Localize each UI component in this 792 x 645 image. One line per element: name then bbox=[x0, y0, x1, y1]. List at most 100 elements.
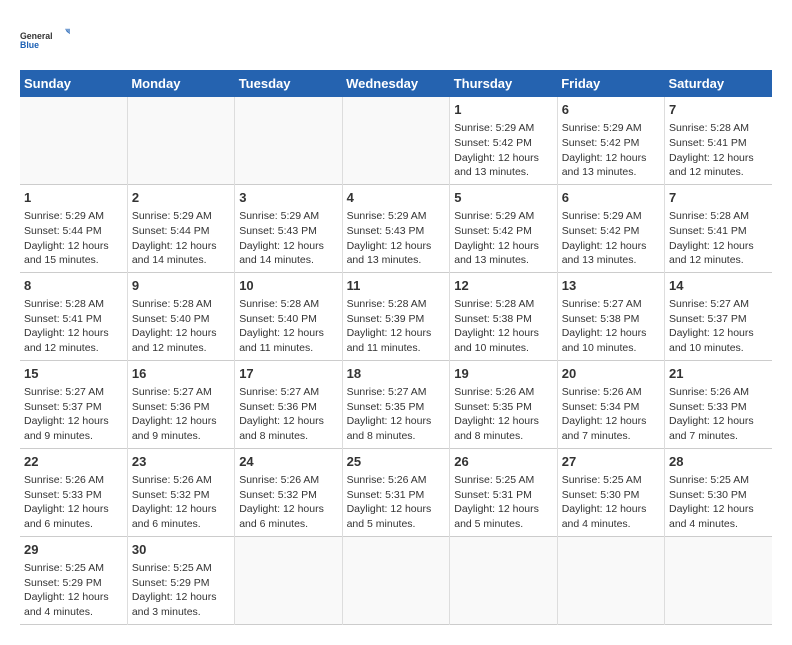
day-info: Sunrise: 5:26 AMSunset: 5:33 PMDaylight:… bbox=[24, 473, 123, 532]
calendar-cell: 19 Sunrise: 5:26 AMSunset: 5:35 PMDayligh… bbox=[450, 360, 557, 448]
day-info: Sunrise: 5:26 AMSunset: 5:34 PMDaylight:… bbox=[562, 385, 660, 444]
calendar-cell: 1Sunrise: 5:29 AMSunset: 5:44 PMDaylight… bbox=[20, 184, 127, 272]
day-number: 1 bbox=[454, 101, 552, 119]
calendar-row: 22 Sunrise: 5:26 AMSunset: 5:33 PMDayligh… bbox=[20, 448, 772, 536]
col-wednesday: Wednesday bbox=[342, 70, 450, 97]
day-number: 4 bbox=[347, 189, 446, 207]
day-info: Sunrise: 5:27 AMSunset: 5:37 PMDaylight:… bbox=[669, 297, 768, 356]
day-number: 30 bbox=[132, 541, 230, 559]
day-info: Sunrise: 5:26 AMSunset: 5:33 PMDaylight:… bbox=[669, 385, 768, 444]
calendar-cell: 10Sunrise: 5:28 AMSunset: 5:40 PMDayligh… bbox=[235, 272, 342, 360]
day-number: 29 bbox=[24, 541, 123, 559]
day-info: Sunrise: 5:27 AMSunset: 5:36 PMDaylight:… bbox=[132, 385, 230, 444]
day-info: Sunrise: 5:29 AMSunset: 5:42 PMDaylight:… bbox=[454, 121, 552, 180]
calendar-cell: 14Sunrise: 5:27 AMSunset: 5:37 PMDayligh… bbox=[665, 272, 773, 360]
day-number: 20 bbox=[562, 365, 660, 383]
day-number: 7 bbox=[669, 189, 768, 207]
day-number: 21 bbox=[669, 365, 768, 383]
calendar-cell bbox=[342, 536, 450, 624]
calendar-cell bbox=[342, 97, 450, 184]
day-number: 18 bbox=[347, 365, 446, 383]
calendar-cell: 25Sunrise: 5:26 AMSunset: 5:31 PMDayligh… bbox=[342, 448, 450, 536]
day-number: 23 bbox=[132, 453, 230, 471]
calendar-cell: 11Sunrise: 5:28 AMSunset: 5:39 PMDayligh… bbox=[342, 272, 450, 360]
svg-text:General: General bbox=[20, 31, 53, 41]
calendar-cell: 28 Sunrise: 5:25 AMSunset: 5:30 PMDayligh… bbox=[665, 448, 773, 536]
day-number: 7 bbox=[669, 101, 768, 119]
day-info: Sunrise: 5:25 AMSunset: 5:31 PMDaylight:… bbox=[454, 473, 552, 532]
day-info: Sunrise: 5:27 AMSunset: 5:37 PMDaylight:… bbox=[24, 385, 123, 444]
calendar-cell: 23Sunrise: 5:26 AMSunset: 5:32 PMDayligh… bbox=[127, 448, 234, 536]
day-number: 15 bbox=[24, 365, 123, 383]
day-number: 11 bbox=[347, 277, 446, 295]
day-info: Sunrise: 5:29 AMSunset: 5:43 PMDaylight:… bbox=[347, 209, 446, 268]
day-number: 6 bbox=[562, 189, 660, 207]
day-number: 10 bbox=[239, 277, 337, 295]
calendar-cell bbox=[450, 536, 557, 624]
calendar-cell: 6Sunrise: 5:29 AMSunset: 5:42 PMDaylight… bbox=[557, 184, 664, 272]
calendar-cell: 3 Sunrise: 5:29 AMSunset: 5:43 PMDaylight… bbox=[235, 184, 342, 272]
day-info: Sunrise: 5:29 AMSunset: 5:42 PMDaylight:… bbox=[562, 121, 660, 180]
day-info: Sunrise: 5:26 AMSunset: 5:32 PMDaylight:… bbox=[239, 473, 337, 532]
day-number: 16 bbox=[132, 365, 230, 383]
calendar-cell: 8 Sunrise: 5:28 AMSunset: 5:41 PMDaylight… bbox=[20, 272, 127, 360]
calendar-row: 1 Sunrise: 5:29 AMSunset: 5:42 PMDaylight… bbox=[20, 97, 772, 184]
day-number: 22 bbox=[24, 453, 123, 471]
calendar-row: 29Sunrise: 5:25 AMSunset: 5:29 PMDayligh… bbox=[20, 536, 772, 624]
calendar-cell: 29Sunrise: 5:25 AMSunset: 5:29 PMDayligh… bbox=[20, 536, 127, 624]
calendar-cell bbox=[235, 97, 342, 184]
calendar-cell: 5Sunrise: 5:29 AMSunset: 5:42 PMDaylight… bbox=[450, 184, 557, 272]
day-info: Sunrise: 5:26 AMSunset: 5:35 PMDaylight:… bbox=[454, 385, 552, 444]
col-friday: Friday bbox=[557, 70, 664, 97]
calendar-cell: 22 Sunrise: 5:26 AMSunset: 5:33 PMDayligh… bbox=[20, 448, 127, 536]
calendar-cell bbox=[235, 536, 342, 624]
day-number: 27 bbox=[562, 453, 660, 471]
calendar-cell: 17Sunrise: 5:27 AMSunset: 5:36 PMDayligh… bbox=[235, 360, 342, 448]
calendar-table: Sunday Monday Tuesday Wednesday Thursday… bbox=[20, 70, 772, 625]
day-number: 28 bbox=[669, 453, 768, 471]
day-info: Sunrise: 5:29 AMSunset: 5:44 PMDaylight:… bbox=[132, 209, 230, 268]
col-thursday: Thursday bbox=[450, 70, 557, 97]
day-number: 3 bbox=[239, 189, 337, 207]
logo-svg: General Blue bbox=[20, 20, 70, 60]
day-info: Sunrise: 5:25 AMSunset: 5:30 PMDaylight:… bbox=[562, 473, 660, 532]
day-info: Sunrise: 5:27 AMSunset: 5:35 PMDaylight:… bbox=[347, 385, 446, 444]
day-number: 9 bbox=[132, 277, 230, 295]
day-info: Sunrise: 5:28 AMSunset: 5:41 PMDaylight:… bbox=[24, 297, 123, 356]
day-number: 8 bbox=[24, 277, 123, 295]
day-info: Sunrise: 5:25 AMSunset: 5:30 PMDaylight:… bbox=[669, 473, 768, 532]
col-monday: Monday bbox=[127, 70, 234, 97]
day-info: Sunrise: 5:28 AMSunset: 5:41 PMDaylight:… bbox=[669, 209, 768, 268]
calendar-cell: 21 Sunrise: 5:26 AMSunset: 5:33 PMDayligh… bbox=[665, 360, 773, 448]
calendar-cell: 6Sunrise: 5:29 AMSunset: 5:42 PMDaylight… bbox=[557, 97, 664, 184]
header-row: Sunday Monday Tuesday Wednesday Thursday… bbox=[20, 70, 772, 97]
day-number: 1 bbox=[24, 189, 123, 207]
calendar-cell: 9Sunrise: 5:28 AMSunset: 5:40 PMDaylight… bbox=[127, 272, 234, 360]
calendar-cell: 20 Sunrise: 5:26 AMSunset: 5:34 PMDayligh… bbox=[557, 360, 664, 448]
calendar-row: 1 Sunrise: 5:29 AMSunset: 5:44 PMDaylight… bbox=[20, 184, 772, 272]
day-info: Sunrise: 5:29 AMSunset: 5:42 PMDaylight:… bbox=[454, 209, 552, 268]
calendar-row: 15 Sunrise: 5:27 AMSunset: 5:37 PMDayligh… bbox=[20, 360, 772, 448]
calendar-cell: 24 Sunrise: 5:26 AMSunset: 5:32 PMDayligh… bbox=[235, 448, 342, 536]
calendar-cell: 7Sunrise: 5:28 AMSunset: 5:41 PMDaylight… bbox=[665, 97, 773, 184]
svg-text:Blue: Blue bbox=[20, 40, 39, 50]
day-number: 2 bbox=[132, 189, 230, 207]
day-info: Sunrise: 5:27 AMSunset: 5:36 PMDaylight:… bbox=[239, 385, 337, 444]
calendar-cell: 7 Sunrise: 5:28 AMSunset: 5:41 PMDaylight… bbox=[665, 184, 773, 272]
calendar-cell bbox=[665, 536, 773, 624]
calendar-cell: 18 Sunrise: 5:27 AMSunset: 5:35 PMDayligh… bbox=[342, 360, 450, 448]
calendar-cell: 2 Sunrise: 5:29 AMSunset: 5:44 PMDaylight… bbox=[127, 184, 234, 272]
calendar-cell bbox=[20, 97, 127, 184]
calendar-cell: 16 Sunrise: 5:27 AMSunset: 5:36 PMDayligh… bbox=[127, 360, 234, 448]
day-number: 19 bbox=[454, 365, 552, 383]
calendar-cell: 13 Sunrise: 5:27 AMSunset: 5:38 PMDayligh… bbox=[557, 272, 664, 360]
day-info: Sunrise: 5:29 AMSunset: 5:43 PMDaylight:… bbox=[239, 209, 337, 268]
calendar-cell: 15 Sunrise: 5:27 AMSunset: 5:37 PMDayligh… bbox=[20, 360, 127, 448]
day-number: 24 bbox=[239, 453, 337, 471]
day-number: 26 bbox=[454, 453, 552, 471]
calendar-cell: 27 Sunrise: 5:25 AMSunset: 5:30 PMDayligh… bbox=[557, 448, 664, 536]
day-info: Sunrise: 5:27 AMSunset: 5:38 PMDaylight:… bbox=[562, 297, 660, 356]
day-number: 13 bbox=[562, 277, 660, 295]
calendar-cell: 12Sunrise: 5:28 AMSunset: 5:38 PMDayligh… bbox=[450, 272, 557, 360]
calendar-cell bbox=[557, 536, 664, 624]
